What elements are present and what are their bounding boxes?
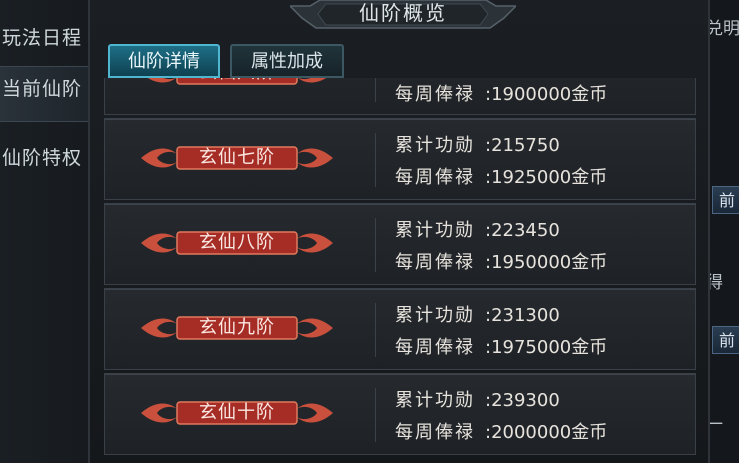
rank-name: 玄仙八阶: [199, 232, 275, 253]
cumulative-merit: 累计功勋 :215750: [395, 131, 560, 157]
cumulative-merit-label: 累计功勋: [395, 305, 475, 326]
rank-card: 玄仙八阶 累计功勋 :223450 每周俸禄 :1950000金币: [104, 203, 696, 285]
rank-badge: 玄仙十阶: [137, 393, 337, 433]
sidebar-item-rank-privileges[interactable]: 仙阶特权: [0, 144, 100, 172]
rank-card: 玄仙九阶 累计功勋 :231300 每周俸禄 :1975000金币: [104, 288, 696, 370]
weekly-salary-value: :2000000金币: [485, 422, 608, 443]
tab-rank-details[interactable]: 仙阶详情: [108, 44, 220, 78]
weekly-salary-value: :1925000金币: [485, 167, 608, 188]
rank-badge: 玄仙七阶: [137, 138, 337, 178]
weekly-salary: 每周俸禄 :1975000金币: [395, 333, 607, 359]
weekly-salary-value: :1975000金币: [485, 337, 608, 358]
sidebar-item-label: 仙阶特权: [2, 147, 83, 169]
card-divider: [375, 78, 376, 102]
right-fragment-text: 得: [706, 273, 723, 293]
weekly-salary-value: :1950000金币: [485, 252, 608, 273]
cumulative-merit-label: 累计功勋: [395, 220, 475, 241]
page-title: 仙阶概览: [359, 1, 447, 25]
card-divider: [375, 303, 376, 357]
cumulative-merit-label: 累计功勋: [395, 390, 475, 411]
rank-badge: 玄仙六阶: [137, 78, 337, 93]
right-fragment-button[interactable]: 前: [712, 326, 739, 354]
cumulative-merit-value: :223450: [485, 220, 560, 241]
cumulative-merit-label: 累计功勋: [395, 135, 475, 156]
cumulative-merit-value: :239300: [485, 390, 560, 411]
rank-badge: 玄仙八阶: [137, 223, 337, 263]
weekly-salary: 每周俸禄 :2000000金币: [395, 418, 607, 444]
cumulative-merit-value: :215750: [485, 135, 560, 156]
weekly-salary-label: 每周俸禄: [395, 167, 475, 188]
weekly-salary: 每周俸禄 :1925000金币: [395, 163, 607, 189]
rank-card: 玄仙六阶 每周俸禄 :1900000金币: [104, 78, 696, 115]
rank-name: 玄仙十阶: [199, 402, 275, 423]
tab-attribute-bonus[interactable]: 属性加成: [230, 44, 344, 78]
weekly-salary-label: 每周俸禄: [395, 337, 475, 358]
weekly-salary-label: 每周俸禄: [395, 252, 475, 273]
rank-list[interactable]: 玄仙六阶 每周俸禄 :1900000金币 玄仙七阶 累计功勋 :215750 每周俸…: [104, 78, 696, 463]
rank-name: 玄仙六阶: [137, 78, 337, 93]
weekly-salary-label: 每周俸禄: [395, 84, 475, 105]
panel-title-plate: 仙阶概览: [290, 0, 516, 30]
card-divider: [375, 388, 376, 442]
weekly-salary-label: 每周俸禄: [395, 422, 475, 443]
card-divider: [375, 133, 376, 187]
cumulative-merit-value: :231300: [485, 305, 560, 326]
rank-card: 玄仙七阶 累计功勋 :215750 每周俸禄 :1925000金币: [104, 118, 696, 200]
rank-card: 玄仙十阶 累计功勋 :239300 每周俸禄 :2000000金币: [104, 373, 696, 455]
right-fragment-button[interactable]: 前: [712, 186, 739, 214]
right-fragment-text: 一: [706, 415, 723, 435]
card-divider: [375, 218, 376, 272]
weekly-salary: 每周俸禄 :1950000金币: [395, 248, 607, 274]
weekly-salary-value: :1900000金币: [485, 84, 608, 105]
cumulative-merit: 累计功勋 :239300: [395, 386, 560, 412]
sidebar-item-label: 当前仙阶: [2, 78, 83, 100]
cumulative-merit: 累计功勋 :223450: [395, 216, 560, 242]
sidebar-item-schedule[interactable]: 玩法日程: [0, 24, 100, 52]
rank-badge: 玄仙九阶: [137, 308, 337, 348]
rank-name: 玄仙九阶: [199, 317, 275, 338]
sidebar-item-current-rank[interactable]: 当前仙阶: [0, 66, 100, 122]
sidebar-item-label: 玩法日程: [2, 27, 83, 49]
cumulative-merit: 累计功勋 :231300: [395, 301, 560, 327]
rank-name: 玄仙七阶: [199, 147, 275, 168]
right-fragment-text: 兑明: [706, 19, 739, 39]
weekly-salary: 每周俸禄 :1900000金币: [395, 80, 607, 106]
